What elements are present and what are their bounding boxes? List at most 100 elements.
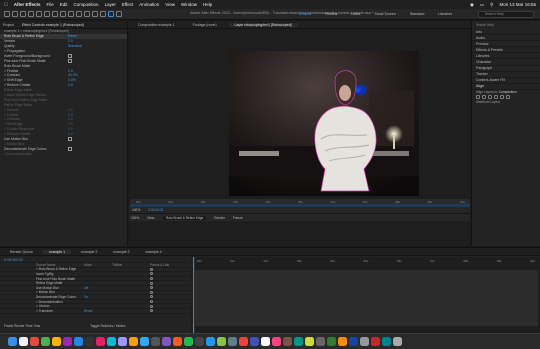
dock-app-icon[interactable] [360, 337, 369, 346]
effect-property-value[interactable]: 0.0% [68, 78, 76, 82]
pan-behind-tool-icon[interactable] [52, 11, 58, 17]
help-search-input[interactable]: Search Help [478, 11, 534, 18]
effect-property-value[interactable]: 2.0 [68, 39, 73, 43]
menu-file[interactable]: File [47, 2, 54, 7]
dock-app-icon[interactable] [294, 337, 303, 346]
layer-preview-image[interactable] [229, 51, 419, 196]
dock-app-icon[interactable] [151, 337, 160, 346]
viewer-timecode[interactable]: 0:00:00:00 [148, 208, 163, 212]
effect-property-checkbox[interactable] [68, 137, 72, 141]
dock-app-icon[interactable] [382, 337, 391, 346]
effect-property-value[interactable]: 0.0 [68, 108, 73, 112]
tab-composition[interactable]: Composition example 1 [132, 23, 181, 27]
menu-view[interactable]: View [165, 2, 175, 7]
col-source-name[interactable]: Source Name [36, 263, 56, 267]
dock-app-icon[interactable] [107, 337, 116, 346]
tab-project[interactable]: Project [3, 23, 14, 27]
workspace-default[interactable]: Default [300, 12, 311, 16]
dock-app-icon[interactable] [272, 337, 281, 346]
workspace-libraries[interactable]: Libraries [438, 12, 452, 16]
clone-tool-icon[interactable] [92, 11, 98, 17]
effect-reset-link[interactable]: Reset [68, 34, 77, 38]
rotate-tool-icon[interactable] [36, 11, 42, 17]
dock-app-icon[interactable] [63, 337, 72, 346]
dock-app-icon[interactable] [316, 337, 325, 346]
text-tool-icon[interactable] [76, 11, 82, 17]
dock-app-icon[interactable] [349, 337, 358, 346]
tab-footage[interactable]: Footage (none) [187, 23, 223, 27]
menu-composition[interactable]: Composition [74, 2, 99, 7]
camera-tool-icon[interactable] [44, 11, 50, 17]
right-search-input[interactable]: Search Help [472, 21, 540, 29]
eraser-tool-icon[interactable] [100, 11, 106, 17]
effect-property-checkbox[interactable] [68, 54, 72, 58]
freeze-button[interactable]: Freeze [233, 216, 243, 220]
effect-property-value[interactable]: 0.0 [68, 127, 73, 131]
tab-effect-controls[interactable]: Effect Controls example 1 (Rotoscoped) [22, 23, 84, 27]
dock-app-icon[interactable] [129, 337, 138, 346]
tab-example-2[interactable]: example 2 [75, 250, 103, 254]
dock-app-icon[interactable] [371, 337, 380, 346]
effect-property-value[interactable]: 0.0 [68, 122, 73, 126]
effect-property-value[interactable]: 0.0 [68, 69, 73, 73]
effect-property-value[interactable]: 30.0% [68, 73, 78, 77]
timeline-property-value[interactable]: Reset [84, 309, 92, 313]
effect-property-value[interactable]: Standard [68, 44, 82, 48]
menu-effect[interactable]: Effect [122, 2, 133, 7]
tab-example-1[interactable]: example 1 [42, 249, 72, 254]
tab-example-4[interactable]: example 4 [139, 250, 167, 254]
stopwatch-icon[interactable] [150, 295, 153, 299]
clock[interactable]: Mon 13 Mar 16:55 [499, 2, 536, 7]
timeline-graph[interactable]: 00s 01s 02s 03s 04s 05s 06s 07s 08s 09s 10s [191, 257, 540, 334]
effect-property-checkbox[interactable] [68, 59, 72, 63]
app-name-menu[interactable]: After Effects [14, 2, 41, 7]
dock-app-icon[interactable] [195, 337, 204, 346]
hand-tool-icon[interactable] [20, 11, 26, 17]
dock-app-icon[interactable] [217, 337, 226, 346]
menu-window[interactable]: Window [181, 2, 197, 7]
workspace-standard[interactable]: Standard [410, 12, 425, 16]
stopwatch-icon[interactable] [150, 304, 153, 308]
dock-app-icon[interactable] [41, 337, 50, 346]
dock-app-icon[interactable] [140, 337, 149, 346]
stopwatch-icon[interactable] [150, 281, 153, 285]
workspace-learn[interactable]: Learn [351, 12, 360, 16]
dock-app-icon[interactable] [52, 337, 61, 346]
dock-app-icon[interactable] [393, 337, 402, 346]
stopwatch-icon[interactable] [150, 267, 153, 271]
tab-example-3[interactable]: example 3 [107, 250, 135, 254]
stopwatch-icon[interactable] [150, 286, 153, 290]
view-mode-dropdown[interactable]: Roto Brush & Refine Edge [162, 215, 207, 220]
col-trkmat[interactable]: TrkMat [112, 263, 122, 267]
dock-app-icon[interactable] [327, 337, 336, 346]
shape-tool-icon[interactable] [60, 11, 66, 17]
toggle-switches-modes[interactable]: Toggle Switches / Modes [90, 324, 125, 328]
workspace-review[interactable]: Review [325, 12, 337, 16]
dock-app-icon[interactable] [228, 337, 237, 346]
dock-app-icon[interactable] [30, 337, 39, 346]
dock-app-icon[interactable] [283, 337, 292, 346]
puppet-tool-icon[interactable] [116, 11, 122, 17]
layer-duration-bar[interactable] [194, 270, 538, 326]
dock-app-icon[interactable] [74, 337, 83, 346]
dock-app-icon[interactable] [250, 337, 259, 346]
search-icon[interactable]: ⚲ [490, 2, 493, 8]
timeline-timecode[interactable]: 0:00:00:00 [4, 257, 23, 262]
align-vcenter-icon[interactable] [500, 95, 504, 100]
pen-tool-icon[interactable] [68, 11, 74, 17]
effect-property-value[interactable]: 0.0 [68, 83, 73, 87]
stopwatch-icon[interactable] [150, 290, 153, 294]
effect-property-value[interactable]: 0.0 [68, 132, 73, 136]
dock-app-icon[interactable] [118, 337, 127, 346]
battery-icon[interactable]: ▭ [480, 2, 484, 8]
viewer-zoom[interactable]: 100% [132, 208, 140, 212]
dock-app-icon[interactable] [239, 337, 248, 346]
menu-animation[interactable]: Animation [139, 2, 159, 7]
effect-property-value[interactable]: 0.0 [68, 117, 73, 121]
dock-app-icon[interactable] [305, 337, 314, 346]
dock-app-icon[interactable] [96, 337, 105, 346]
stopwatch-icon[interactable] [150, 272, 153, 276]
stopwatch-icon[interactable] [150, 309, 153, 313]
dock-app-icon[interactable] [261, 337, 270, 346]
timeline-property-value[interactable]: Off [84, 286, 88, 290]
